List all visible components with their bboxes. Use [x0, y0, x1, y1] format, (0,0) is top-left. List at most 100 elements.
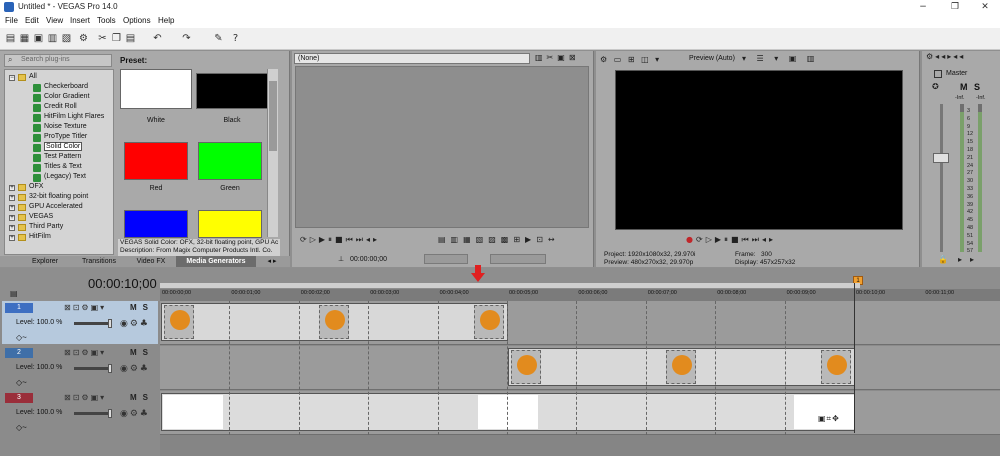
trimmer-source-select[interactable]: (None): [294, 53, 530, 64]
preset-scroll-thumb[interactable]: [269, 81, 277, 151]
track-fx-icons[interactable]: ◉⚙♣: [120, 364, 150, 374]
timeline-ruler[interactable]: 00:00:00;00 00:00:01;00 00:00:02;00 00:00:0…: [160, 289, 1000, 301]
expand-toggle-icon[interactable]: +: [9, 185, 15, 191]
track-expand-icon[interactable]: ◇~: [16, 333, 27, 342]
track-level-slider[interactable]: [74, 319, 112, 328]
master-lock-icon[interactable]: 🔒: [938, 255, 951, 265]
plugin-search[interactable]: ⌕ Search plug-ins: [4, 54, 112, 67]
track-tool-icons[interactable]: ⊠⊡⚙▣▾: [64, 348, 106, 357]
menu-file[interactable]: File: [5, 16, 18, 25]
mute-button[interactable]: M: [130, 303, 143, 312]
track-mute-solo[interactable]: MS: [130, 393, 154, 402]
redo-icon[interactable]: ↷: [181, 33, 192, 44]
preset-black[interactable]: [196, 73, 268, 109]
slider-knob[interactable]: [108, 364, 112, 373]
menu-help[interactable]: Help: [158, 16, 174, 25]
save-as-icon[interactable]: ▥: [47, 33, 58, 44]
clip-fx-icons[interactable]: ▣⌗✥: [818, 414, 840, 424]
tab-transitions[interactable]: Transitions: [72, 256, 126, 267]
master-peak-right: -Inf.: [976, 95, 986, 101]
slider-knob[interactable]: [108, 409, 112, 418]
menu-view[interactable]: View: [46, 16, 63, 25]
video-clip-track-2[interactable]: [508, 348, 855, 386]
loop-region-bar[interactable]: [160, 283, 860, 288]
preset-red[interactable]: [124, 142, 188, 180]
master-bottom-icons[interactable]: ▸▸: [958, 255, 982, 265]
timeline-expand-icon[interactable]: ▤: [10, 289, 21, 299]
tab-scroll-arrows[interactable]: ◂ ▸: [262, 256, 282, 267]
preview-transport[interactable]: ●⟳▷▶⏸■⏮⏭◂▸: [686, 235, 776, 245]
master-solo-button[interactable]: S: [974, 82, 980, 92]
record-icon[interactable]: ●: [686, 235, 696, 244]
track-level-slider[interactable]: [74, 364, 112, 373]
expand-toggle-icon[interactable]: +: [9, 235, 15, 241]
expand-toggle-icon[interactable]: +: [9, 205, 15, 211]
solo-button[interactable]: S: [143, 303, 154, 312]
track-level-slider[interactable]: [74, 409, 112, 418]
preset-green[interactable]: [198, 142, 262, 180]
menu-options[interactable]: Options: [123, 16, 151, 25]
open-icon[interactable]: ▦: [19, 33, 30, 44]
paste-icon[interactable]: ▤: [125, 33, 136, 44]
ripple-icon[interactable]: ✎: [213, 33, 224, 44]
properties-icon[interactable]: ⚙: [78, 33, 89, 44]
menu-edit[interactable]: Edit: [25, 16, 39, 25]
track-fx-icons[interactable]: ◉⚙♣: [120, 319, 150, 329]
expand-toggle-icon[interactable]: −: [9, 75, 15, 81]
preset-white[interactable]: [120, 69, 192, 109]
expand-toggle-icon[interactable]: +: [9, 195, 15, 201]
timeline-grid-line: [784, 301, 786, 435]
timeline-grid-line: [437, 301, 439, 435]
empty-track-area[interactable]: [160, 435, 1000, 456]
tab-video-fx[interactable]: Video FX: [128, 256, 174, 267]
trimmer-in-field[interactable]: [424, 254, 468, 264]
master-fader-knob[interactable]: [933, 153, 949, 163]
help-icon[interactable]: ?: [230, 33, 241, 44]
preview-overlay-icons[interactable]: ▾ ☰ ▾ ▣ ▥: [742, 54, 819, 64]
trimmer-tools[interactable]: ▤▥▦▧▨▩⊞▶⊡↔: [438, 235, 560, 245]
track-tool-icons[interactable]: ⊠⊡⚙▣▾: [64, 393, 106, 402]
undo-icon[interactable]: ↶: [152, 33, 163, 44]
cut-icon[interactable]: ✂: [97, 33, 108, 44]
minimize-button[interactable]: −: [908, 0, 938, 14]
master-mute-button[interactable]: M: [960, 82, 968, 92]
video-clip-track-1[interactable]: [161, 303, 508, 341]
track-expand-icon[interactable]: ◇~: [16, 423, 27, 432]
slider-knob[interactable]: [108, 319, 112, 328]
solid-color-clip-track-3[interactable]: ▣⌗✥: [161, 393, 855, 431]
close-button[interactable]: ✕: [970, 0, 1000, 14]
new-icon[interactable]: ▤: [5, 33, 16, 44]
tab-explorer[interactable]: Explorer: [20, 256, 70, 267]
track-header-2[interactable]: 2 ⊠⊡⚙▣▾ MS Level: 100.0 % ◉⚙♣ ◇~: [2, 346, 158, 389]
trimmer-out-field[interactable]: [490, 254, 546, 264]
track-tool-icons[interactable]: ⊠⊡⚙▣▾: [64, 303, 106, 312]
mute-button[interactable]: M: [130, 348, 143, 357]
trimmer-transport[interactable]: ⟳▷▶⏸■⏮⏭◂▸: [300, 235, 380, 245]
menu-insert[interactable]: Insert: [70, 16, 90, 25]
track-header-1[interactable]: 1 ⊠⊡⚙▣▾ MS Level: 100.0 % ◉⚙♣ ◇~: [2, 301, 158, 344]
expand-toggle-icon[interactable]: +: [9, 225, 15, 231]
track-mute-solo[interactable]: MS: [130, 348, 154, 357]
solo-button[interactable]: S: [143, 393, 154, 402]
track-header-3[interactable]: 3 ⊠⊡⚙▣▾ MS Level: 100.0 % ◉⚙♣ ◇~: [2, 391, 158, 434]
expand-toggle-icon[interactable]: +: [9, 215, 15, 221]
save-icon[interactable]: ▣: [33, 33, 44, 44]
track-fx-icons[interactable]: ◉⚙♣: [120, 409, 150, 419]
menu-tools[interactable]: Tools: [97, 16, 116, 25]
solo-button[interactable]: S: [143, 348, 154, 357]
master-checkbox[interactable]: [934, 70, 942, 78]
preset-yellow[interactable]: [198, 210, 262, 238]
track-mute-solo[interactable]: MS: [130, 303, 154, 312]
tab-media-generators[interactable]: Media Generators: [176, 256, 256, 267]
mute-button[interactable]: M: [130, 393, 143, 402]
preset-blue[interactable]: [124, 210, 188, 238]
master-toolbar[interactable]: ⚙◂◂▸◂◂: [926, 52, 965, 62]
master-fx-icon[interactable]: ✪: [932, 82, 942, 92]
copy-icon[interactable]: ❐: [111, 33, 122, 44]
render-icon[interactable]: ▧: [61, 33, 72, 44]
maximize-button[interactable]: ❐: [940, 0, 970, 14]
preview-quality-select[interactable]: Preview (Auto): [689, 55, 735, 62]
track-expand-icon[interactable]: ◇~: [16, 378, 27, 387]
preset-scrollbar[interactable]: [267, 69, 278, 237]
trimmer-header-icons[interactable]: ▥✂▣⊠: [535, 53, 580, 63]
